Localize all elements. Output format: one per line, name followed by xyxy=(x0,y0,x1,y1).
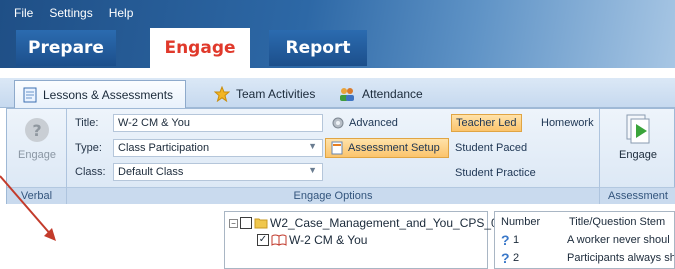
class-label: Class: xyxy=(75,166,106,178)
group-verbal: ? Engage Verbal xyxy=(7,109,67,204)
menu-bar: File Settings Help xyxy=(6,4,141,22)
advanced-label: Advanced xyxy=(349,117,398,129)
group-verbal-footer: Verbal xyxy=(7,187,66,204)
type-label: Type: xyxy=(75,142,102,154)
lesson-tree: − W2_Case_Management_and_You_CPS_072822.… xyxy=(224,211,553,269)
document-icon xyxy=(23,87,37,102)
tree-child-label: W-2 CM & You xyxy=(289,233,368,247)
menu-file[interactable]: File xyxy=(6,4,41,22)
homework-button[interactable]: Homework xyxy=(537,115,598,131)
student-practice-label: Student Practice xyxy=(455,167,536,179)
collapse-icon[interactable]: − xyxy=(229,218,238,228)
table-row[interactable]: ? 1 A worker never shoul xyxy=(501,232,670,248)
assessment-engage-label: Engage xyxy=(619,149,657,161)
row-text: Participants always sh xyxy=(567,252,675,264)
root-checkbox[interactable] xyxy=(240,217,252,229)
gear-icon xyxy=(332,117,344,129)
tab-lessons-label: Lessons & Assessments xyxy=(43,87,174,102)
tab-lessons-assessments[interactable]: Lessons & Assessments xyxy=(14,80,186,108)
title-field[interactable]: W-2 CM & You xyxy=(113,114,323,132)
teacher-led-button[interactable]: Teacher Led xyxy=(451,114,522,132)
advanced-button[interactable]: Advanced xyxy=(327,114,402,132)
tab-engage[interactable]: Engage xyxy=(150,28,250,68)
tab-team-label: Team Activities xyxy=(236,87,316,101)
student-practice-button[interactable]: Student Practice xyxy=(451,165,540,181)
teacher-led-label: Teacher Led xyxy=(456,117,517,129)
assessment-setup-button[interactable]: Assessment Setup xyxy=(325,138,449,158)
type-select[interactable]: Class Participation ▼ xyxy=(113,139,323,157)
chevron-down-icon: ▼ xyxy=(308,141,317,151)
folder-icon xyxy=(254,218,268,229)
type-value: Class Participation xyxy=(118,142,210,154)
homework-label: Homework xyxy=(541,117,594,129)
question-list: Number Title/Question Stem ? 1 A worker … xyxy=(494,211,675,269)
people-icon xyxy=(340,88,354,101)
clipboard-icon xyxy=(331,141,343,155)
tab-attendance[interactable]: Attendance xyxy=(330,80,431,108)
book-icon xyxy=(271,234,287,246)
ribbon: ? Engage Verbal Title: W-2 CM & You Type… xyxy=(6,108,675,204)
title-label: Title: xyxy=(75,117,99,129)
tab-prepare[interactable]: Prepare xyxy=(16,30,116,66)
group-assessment: Engage Assessment xyxy=(600,109,675,204)
col-number-header: Number xyxy=(501,216,541,228)
play-document-icon xyxy=(626,114,650,144)
tab-band xyxy=(0,68,675,78)
class-select[interactable]: Default Class ▼ xyxy=(113,163,323,181)
title-area: File Settings Help Prepare Engage Report xyxy=(0,0,675,68)
assessment-setup-label: Assessment Setup xyxy=(348,142,440,154)
group-engage-options-footer: Engage Options xyxy=(67,187,599,204)
menu-settings[interactable]: Settings xyxy=(41,4,100,22)
chevron-down-icon: ▼ xyxy=(308,165,317,175)
row-number: 2 xyxy=(513,252,520,264)
student-paced-label: Student Paced xyxy=(455,142,528,154)
tree-child-row[interactable]: ✓ W-2 CM & You xyxy=(257,233,367,247)
assessment-engage-button[interactable]: Engage xyxy=(606,113,670,161)
star-icon xyxy=(214,86,230,102)
question-person-icon: ? xyxy=(25,118,49,142)
col-title-header: Title/Question Stem xyxy=(569,216,666,228)
verbal-engage-label: Engage xyxy=(18,149,56,161)
svg-text:?: ? xyxy=(32,121,41,140)
sub-tab-bar: Lessons & Assessments Team Activities At… xyxy=(0,78,675,108)
question-icon: ? xyxy=(501,232,510,248)
question-icon: ? xyxy=(501,250,510,266)
row-number: 1 xyxy=(513,234,520,246)
row-text: A worker never shoul xyxy=(567,234,670,246)
tab-report[interactable]: Report xyxy=(269,30,367,66)
tab-team-activities[interactable]: Team Activities xyxy=(206,80,323,108)
menu-help[interactable]: Help xyxy=(101,4,142,22)
table-row[interactable]: ? 2 Participants always sh xyxy=(501,250,675,266)
verbal-engage-button[interactable]: ? Engage xyxy=(13,115,61,161)
group-assessment-footer: Assessment xyxy=(600,187,675,204)
child-checkbox[interactable]: ✓ xyxy=(257,234,269,246)
tab-attendance-label: Attendance xyxy=(362,87,423,101)
class-value: Default Class xyxy=(118,166,184,178)
student-paced-button[interactable]: Student Paced xyxy=(451,140,531,156)
group-engage-options: Title: W-2 CM & You Type: Class Particip… xyxy=(67,109,600,204)
